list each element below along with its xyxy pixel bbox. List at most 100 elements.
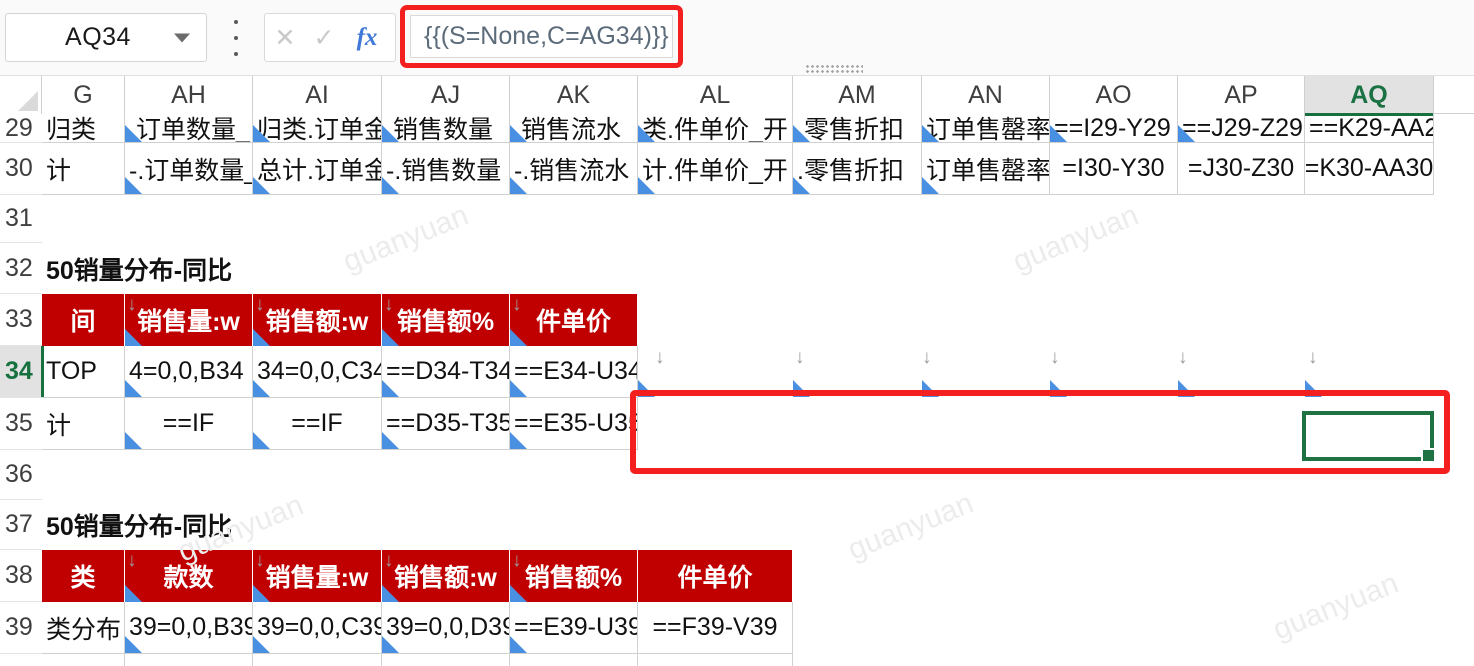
comment-marker-icon: [793, 125, 810, 142]
column-header-g[interactable]: G: [42, 76, 125, 114]
cell-text: 类: [70, 564, 96, 592]
cancel-icon[interactable]: ✕: [265, 23, 305, 53]
chevron-down-icon[interactable]: [174, 33, 190, 42]
row-header-37[interactable]: 37: [0, 500, 42, 550]
cell[interactable]: ==F39-V39: [638, 602, 793, 654]
column-header-ap[interactable]: AP: [1178, 76, 1305, 114]
cell[interactable]: 间: [42, 294, 125, 346]
row-header-36[interactable]: 36: [0, 450, 42, 500]
row-header-31[interactable]: 31: [0, 195, 42, 243]
row-header-29[interactable]: 29: [0, 114, 42, 143]
cell-text: 销售量:w: [265, 564, 369, 592]
column-header-am[interactable]: AM: [793, 76, 922, 114]
row-header-38[interactable]: 38: [0, 550, 42, 602]
name-box[interactable]: AQ34: [5, 13, 207, 62]
cell[interactable]: 销售额%: [382, 294, 510, 346]
column-header-an[interactable]: AN: [922, 76, 1050, 114]
cell[interactable]: 39=0,0,B39: [125, 602, 253, 654]
cell[interactable]: ==E35-U35: [510, 398, 638, 450]
row-header-30[interactable]: 30: [0, 143, 42, 195]
cell[interactable]: -.销售流水: [510, 143, 638, 195]
resize-grip-icon[interactable]: [805, 64, 863, 74]
column-header-ai[interactable]: AI: [253, 76, 382, 114]
cell[interactable]: 0=0,0,C40/: [253, 654, 382, 666]
row-header-33[interactable]: 33: [0, 294, 42, 346]
cell[interactable]: .销售数量: [382, 114, 510, 143]
sort-arrow-icon: ↓: [384, 294, 394, 315]
cell[interactable]: -.销售数量: [382, 143, 510, 195]
comment-marker-icon: [1050, 380, 1067, 397]
cell[interactable]: =E40-U40: [510, 654, 638, 666]
sort-arrow-icon: ↓: [922, 347, 932, 368]
row-header-32[interactable]: 32: [0, 243, 42, 294]
cell[interactable]: 件单价: [638, 550, 793, 602]
cell[interactable]: =J30-Z30: [1178, 143, 1305, 195]
cell[interactable]: 款数: [125, 550, 253, 602]
cell[interactable]: ==K29-AA29: [1305, 114, 1434, 143]
cell[interactable]: 34=0,0,C34: [253, 346, 382, 398]
column-header-ak[interactable]: AK: [510, 76, 638, 114]
cell[interactable]: 计: [42, 398, 125, 450]
cell[interactable]: 4=0,0,B34: [125, 346, 253, 398]
cell[interactable]: ==E34-U34: [510, 346, 638, 398]
cell[interactable]: TOP: [42, 346, 125, 398]
cell[interactable]: 0=0,0,B40/: [125, 654, 253, 666]
cell[interactable]: 50销量分布-同比: [42, 500, 662, 550]
cell[interactable]: =K30-AA30: [1305, 143, 1434, 195]
cell[interactable]: 销售额:w: [382, 550, 510, 602]
cell[interactable]: 件单价: [510, 294, 638, 346]
cell[interactable]: 计: [42, 654, 125, 666]
cell[interactable]: .零售折扣: [793, 143, 922, 195]
cell[interactable]: ==E39-U39: [510, 602, 638, 654]
row-header-35[interactable]: 35: [0, 398, 42, 450]
cell[interactable]: .订单数量_: [125, 114, 253, 143]
cell[interactable]: .销售流水: [510, 114, 638, 143]
cell[interactable]: 0=0,0,D40/: [382, 654, 510, 666]
cell[interactable]: 销售额:w: [253, 294, 382, 346]
cell[interactable]: 计: [42, 143, 125, 195]
more-options-icon[interactable]: [228, 17, 244, 59]
column-header-ao[interactable]: AO: [1050, 76, 1178, 114]
cell[interactable]: 归类.订单金: [253, 114, 382, 143]
cell[interactable]: =I30-Y30: [1050, 143, 1178, 195]
cell[interactable]: ==D35-T35: [382, 398, 510, 450]
column-header-al[interactable]: AL: [638, 76, 793, 114]
cell[interactable]: ==IF: [125, 398, 253, 450]
formula-input[interactable]: {{(S=None,C=AG34)}}: [410, 15, 673, 58]
cell[interactable]: ==I29-Y29: [1050, 114, 1178, 143]
function-icon[interactable]: fx: [343, 24, 391, 52]
cell-text: ==IF: [162, 409, 215, 437]
formula-input-value: {{(S=None,C=AG34)}}: [424, 22, 669, 50]
cell[interactable]: ==D34-T34: [382, 346, 510, 398]
cell[interactable]: ==IF: [253, 398, 382, 450]
column-header-ah[interactable]: AH: [125, 76, 253, 114]
cell[interactable]: 39=0,0,C39: [253, 602, 382, 654]
column-header-aq[interactable]: AQ: [1305, 76, 1434, 116]
column-header-aj[interactable]: AJ: [382, 76, 510, 114]
cell[interactable]: 50销量分布-同比: [42, 243, 662, 294]
cell[interactable]: 归类: [42, 114, 125, 143]
cell[interactable]: .零售折扣: [793, 114, 922, 143]
row-header-34[interactable]: 34: [0, 346, 44, 398]
comment-marker-icon: [510, 329, 527, 346]
cell[interactable]: 销售量:w: [253, 550, 382, 602]
confirm-icon[interactable]: ✓: [305, 23, 343, 53]
cell[interactable]: 类分布: [42, 602, 125, 654]
cell[interactable]: ==F40-V40: [638, 654, 793, 666]
cell[interactable]: 订单售罄率: [922, 143, 1050, 195]
select-all-corner[interactable]: [0, 76, 42, 114]
cell[interactable]: 39=0,0,D39: [382, 602, 510, 654]
cell[interactable]: 订单售罄率: [922, 114, 1050, 143]
cell[interactable]: -.订单数量_: [125, 143, 253, 195]
cell[interactable]: 销售额%: [510, 550, 638, 602]
cell[interactable]: 类.件单价_开: [638, 114, 793, 143]
cell[interactable]: 计.件单价_开: [638, 143, 793, 195]
cell-text: ==I29-Y29: [1054, 114, 1171, 142]
row-header-40[interactable]: 40: [0, 654, 42, 666]
cell[interactable]: ==J29-Z29: [1178, 114, 1305, 143]
cell-text: ==F39-V39: [652, 613, 778, 641]
cell[interactable]: 类: [42, 550, 125, 602]
row-header-39[interactable]: 39: [0, 602, 42, 654]
cell[interactable]: 总计.订单金: [253, 143, 382, 195]
cell[interactable]: 销售量:w: [125, 294, 253, 346]
